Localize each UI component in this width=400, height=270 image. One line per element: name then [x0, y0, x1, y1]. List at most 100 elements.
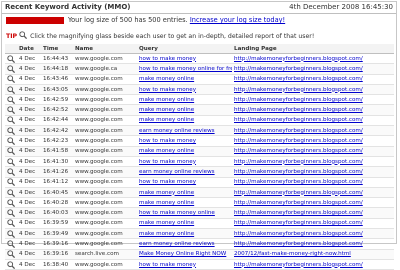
cell-time: 16:39:16: [41, 238, 73, 250]
query-link[interactable]: make money online: [139, 231, 194, 237]
cell-query: how to make money online: [137, 207, 232, 219]
landing-page-link[interactable]: 2007/12/fast-make-money-right-now.html: [234, 251, 351, 257]
query-link[interactable]: earn money online reviews: [139, 128, 215, 134]
landing-page-link[interactable]: http://makemoneyforbeginners.blogspot.co…: [234, 241, 363, 247]
landing-page-link[interactable]: http://makemoneyforbeginners.blogspot.co…: [234, 148, 363, 154]
query-link[interactable]: how to make money: [139, 179, 196, 185]
cell-date: 4 Dec: [17, 74, 41, 85]
magnifying-glass-icon[interactable]: [7, 250, 16, 259]
user-detail-button[interactable]: [5, 228, 17, 240]
cell-name: www.google.com: [73, 84, 137, 96]
increase-log-size-link[interactable]: Increase your log size today!: [190, 16, 285, 24]
query-link[interactable]: how to make money: [139, 262, 196, 268]
user-detail-button[interactable]: [5, 238, 17, 250]
query-link[interactable]: make money online: [139, 220, 194, 226]
magnifying-glass-icon[interactable]: [7, 54, 16, 63]
user-detail-button[interactable]: [5, 84, 17, 96]
magnifying-glass-icon[interactable]: [7, 260, 16, 269]
user-detail-button[interactable]: [5, 187, 17, 199]
landing-page-link[interactable]: http://makemoneyforbeginners.blogspot.co…: [234, 200, 363, 206]
landing-page-link[interactable]: http://makemoneyforbeginners.blogspot.co…: [234, 66, 363, 72]
magnifying-glass-icon[interactable]: [7, 75, 16, 84]
user-detail-button[interactable]: [5, 259, 17, 270]
landing-page-link[interactable]: http://makemoneyforbeginners.blogspot.co…: [234, 138, 363, 144]
user-detail-button[interactable]: [5, 218, 17, 230]
magnifying-glass-icon[interactable]: [7, 85, 16, 94]
query-link[interactable]: earn money online reviews: [139, 241, 215, 247]
magnifying-glass-icon[interactable]: [7, 219, 16, 228]
magnifying-glass-icon[interactable]: [7, 209, 16, 218]
query-link[interactable]: how to make money: [139, 138, 196, 144]
landing-page-link[interactable]: http://makemoneyforbeginners.blogspot.co…: [234, 262, 363, 268]
magnifying-glass-icon[interactable]: [7, 127, 16, 135]
magnifying-glass-icon[interactable]: [7, 147, 16, 156]
table-row: 4 Dec 16:42:44 www.google.com make money on…: [5, 115, 394, 127]
user-detail-button[interactable]: [5, 197, 17, 209]
col-header-date: Date: [17, 44, 41, 54]
query-link[interactable]: make money online: [139, 76, 194, 82]
user-detail-button[interactable]: [5, 207, 17, 219]
query-link[interactable]: make money online: [139, 107, 194, 113]
cell-name: www.google.com: [73, 156, 137, 168]
cell-name: www.google.com: [73, 259, 137, 270]
header-divider: [2, 13, 396, 14]
landing-page-link[interactable]: http://makemoneyforbeginners.blogspot.co…: [234, 97, 363, 103]
landing-page-link[interactable]: http://makemoneyforbeginners.blogspot.co…: [234, 117, 363, 123]
landing-page-link[interactable]: http://makemoneyforbeginners.blogspot.co…: [234, 210, 363, 216]
magnifying-glass-icon[interactable]: [7, 157, 16, 166]
cell-date: 4 Dec: [17, 104, 41, 116]
landing-page-link[interactable]: http://makemoneyforbeginners.blogspot.co…: [234, 76, 363, 82]
user-detail-button[interactable]: [5, 249, 17, 260]
cell-query: make money online: [137, 94, 232, 106]
user-detail-button[interactable]: [5, 63, 17, 75]
user-detail-button[interactable]: [5, 166, 17, 178]
user-detail-button[interactable]: [5, 115, 17, 127]
query-link[interactable]: make money online: [139, 200, 194, 206]
landing-page-link[interactable]: http://makemoneyforbeginners.blogspot.co…: [234, 231, 363, 237]
magnifying-glass-icon[interactable]: [7, 178, 16, 187]
cell-date: 4 Dec: [17, 218, 41, 230]
landing-page-link[interactable]: http://makemoneyforbeginners.blogspot.co…: [234, 128, 363, 134]
magnifying-glass-icon[interactable]: [7, 188, 16, 197]
cell-query: make money online: [137, 218, 232, 230]
query-link[interactable]: make money online: [139, 190, 194, 196]
query-link[interactable]: how to make money: [139, 159, 196, 165]
cell-name: www.google.com: [73, 115, 137, 127]
magnifying-glass-icon[interactable]: [7, 168, 16, 176]
cell-landing-page: http://makemoneyforbeginners.blogspot.co…: [232, 156, 394, 168]
query-link[interactable]: how to make money online: [139, 210, 215, 216]
landing-page-link[interactable]: http://makemoneyforbeginners.blogspot.co…: [234, 220, 363, 226]
landing-page-link[interactable]: http://makemoneyforbeginners.blogspot.co…: [234, 169, 363, 175]
user-detail-button[interactable]: [5, 156, 17, 168]
magnifying-glass-icon[interactable]: [7, 137, 16, 146]
landing-page-link[interactable]: http://makemoneyforbeginners.blogspot.co…: [234, 179, 363, 185]
query-link[interactable]: make money online: [139, 97, 194, 103]
landing-page-link[interactable]: http://makemoneyforbeginners.blogspot.co…: [234, 159, 363, 165]
magnifying-glass-icon[interactable]: [7, 106, 16, 115]
magnifying-glass-icon[interactable]: [7, 230, 16, 238]
user-detail-button[interactable]: [5, 53, 17, 65]
query-link[interactable]: how to make money online for free: [139, 66, 232, 72]
query-link[interactable]: earn money online reviews: [139, 169, 215, 175]
user-detail-button[interactable]: [5, 94, 17, 106]
user-detail-button[interactable]: [5, 104, 17, 116]
landing-page-link[interactable]: http://makemoneyforbeginners.blogspot.co…: [234, 107, 363, 113]
magnifying-glass-icon[interactable]: [7, 116, 16, 125]
landing-page-link[interactable]: http://makemoneyforbeginners.blogspot.co…: [234, 56, 363, 62]
query-link[interactable]: how to make money: [139, 87, 196, 93]
magnifying-glass-icon[interactable]: [7, 199, 16, 207]
user-detail-button[interactable]: [5, 74, 17, 85]
magnifying-glass-icon[interactable]: [7, 65, 16, 73]
query-link[interactable]: make money online: [139, 117, 194, 123]
magnifying-glass-icon[interactable]: [7, 96, 16, 104]
landing-page-link[interactable]: http://makemoneyforbeginners.blogspot.co…: [234, 190, 363, 196]
user-detail-button[interactable]: [5, 177, 17, 188]
query-link[interactable]: how to make money: [139, 56, 196, 62]
landing-page-link[interactable]: http://makemoneyforbeginners.blogspot.co…: [234, 87, 363, 93]
user-detail-button[interactable]: [5, 146, 17, 157]
user-detail-button[interactable]: [5, 135, 17, 147]
query-link[interactable]: Make Money Online Right NOW: [139, 251, 226, 257]
tip-text: Click the magnifying glass beside each u…: [30, 32, 315, 40]
query-link[interactable]: make money online: [139, 148, 194, 154]
user-detail-button[interactable]: [5, 125, 17, 137]
